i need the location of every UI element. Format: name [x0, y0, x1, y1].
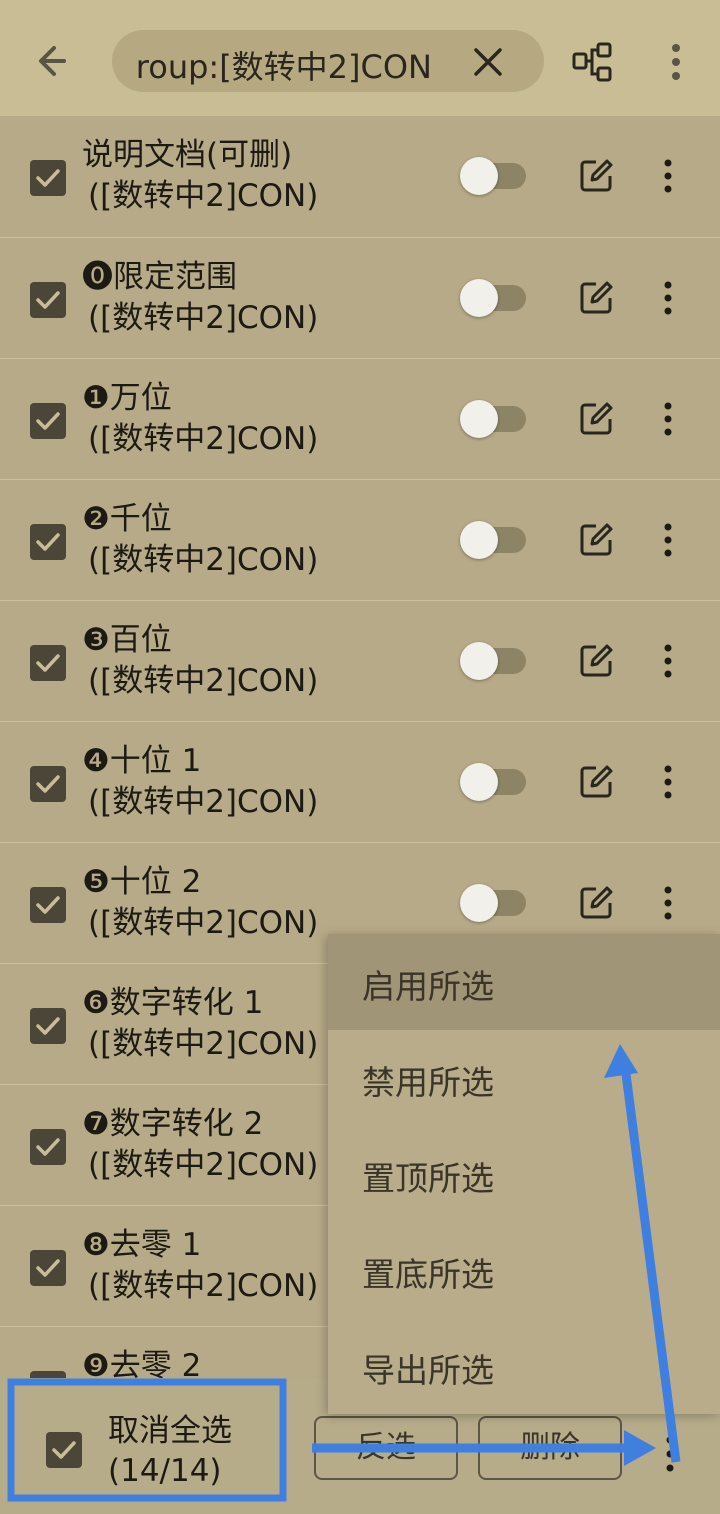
top-app-bar: roup:[数转中2]CON: [0, 0, 720, 116]
enable-switch[interactable]: [460, 157, 526, 195]
more-vert-icon[interactable]: [660, 1434, 680, 1474]
edit-icon[interactable]: [578, 158, 614, 194]
item-subtitle: ([数转中2]CON): [88, 300, 319, 336]
more-vert-icon[interactable]: [658, 764, 678, 800]
menu-item-enable-selected[interactable]: 启用所选: [328, 934, 720, 1030]
item-checkbox[interactable]: [30, 766, 66, 802]
menu-item-pin-top-selected[interactable]: 置顶所选: [328, 1126, 720, 1222]
item-checkbox[interactable]: [30, 645, 66, 681]
item-checkbox[interactable]: [30, 282, 66, 318]
enable-switch[interactable]: [460, 884, 526, 922]
delete-button[interactable]: 删除: [478, 1416, 622, 1480]
selection-count: (14/14): [108, 1453, 222, 1489]
item-title: 说明文档(可删): [82, 137, 293, 173]
more-vert-icon[interactable]: [658, 158, 678, 194]
more-vert-icon[interactable]: [658, 401, 678, 437]
item-checkbox[interactable]: [30, 403, 66, 439]
edit-icon[interactable]: [578, 885, 614, 921]
back-arrow-icon[interactable]: [28, 38, 84, 84]
item-checkbox[interactable]: [30, 887, 66, 923]
item-title: ❼数字转化 2: [82, 1106, 264, 1142]
item-title: ❻数字转化 1: [82, 985, 264, 1021]
list-item[interactable]: ⓿限定范围 ([数转中2]CON): [0, 237, 720, 358]
item-subtitle: ([数转中2]CON): [88, 784, 319, 820]
enable-switch[interactable]: [460, 521, 526, 559]
list-item[interactable]: ❹十位 1 ([数转中2]CON): [0, 721, 720, 842]
item-title: ⓿限定范围: [82, 259, 237, 295]
item-subtitle: ([数转中2]CON): [88, 1026, 319, 1062]
item-checkbox[interactable]: [30, 1371, 66, 1378]
item-checkbox[interactable]: [30, 160, 66, 196]
enable-switch[interactable]: [460, 763, 526, 801]
more-vert-icon[interactable]: [658, 643, 678, 679]
enable-switch[interactable]: [460, 279, 526, 317]
item-subtitle: ([数转中2]CON): [88, 663, 319, 699]
switch-knob: [460, 157, 498, 195]
switch-knob: [460, 400, 498, 438]
edit-icon[interactable]: [578, 522, 614, 558]
more-vert-icon[interactable]: [658, 280, 678, 316]
enable-switch[interactable]: [460, 642, 526, 680]
item-subtitle: ([数转中2]CON): [88, 178, 319, 214]
item-title: ❶万位: [82, 380, 172, 416]
edit-icon[interactable]: [578, 643, 614, 679]
item-title: ❽去零 1: [82, 1227, 202, 1263]
menu-item-disable-selected[interactable]: 禁用所选: [328, 1030, 720, 1126]
batch-actions-menu: 启用所选 禁用所选 置顶所选 置底所选 导出所选: [328, 934, 720, 1414]
edit-icon[interactable]: [578, 764, 614, 800]
item-subtitle: ([数转中2]CON): [88, 421, 319, 457]
item-title: ❾去零 2: [82, 1348, 202, 1378]
item-checkbox[interactable]: [30, 1250, 66, 1286]
item-subtitle: ([数转中2]CON): [88, 1147, 319, 1183]
item-subtitle: ([数转中2]CON): [88, 542, 319, 578]
list-item[interactable]: ❶万位 ([数转中2]CON): [0, 358, 720, 479]
more-vert-icon[interactable]: [658, 885, 678, 921]
list-item[interactable]: ❷千位 ([数转中2]CON): [0, 479, 720, 600]
item-subtitle: ([数转中2]CON): [88, 905, 319, 941]
more-vert-icon[interactable]: [666, 40, 686, 84]
switch-knob: [460, 763, 498, 801]
group-structure-icon[interactable]: [570, 40, 614, 84]
switch-knob: [460, 642, 498, 680]
clear-icon[interactable]: [470, 44, 506, 80]
menu-item-pin-bottom-selected[interactable]: 置底所选: [328, 1222, 720, 1318]
switch-knob: [460, 279, 498, 317]
switch-knob: [460, 521, 498, 559]
item-title: ❸百位: [82, 622, 172, 658]
search-query-text: roup:[数转中2]CON: [135, 48, 432, 86]
switch-knob: [460, 884, 498, 922]
edit-icon[interactable]: [578, 280, 614, 316]
select-all-checkbox[interactable]: [46, 1432, 82, 1468]
list-item[interactable]: 说明文档(可删) ([数转中2]CON): [0, 116, 720, 236]
item-checkbox[interactable]: [30, 524, 66, 560]
list-item[interactable]: ❸百位 ([数转中2]CON): [0, 600, 720, 721]
item-checkbox[interactable]: [30, 1008, 66, 1044]
more-vert-icon[interactable]: [658, 522, 678, 558]
invert-selection-button[interactable]: 反选: [314, 1416, 458, 1480]
menu-item-export-selected[interactable]: 导出所选: [328, 1318, 720, 1414]
item-subtitle: ([数转中2]CON): [88, 1268, 319, 1304]
item-title: ❹十位 1: [82, 743, 202, 779]
item-checkbox[interactable]: [30, 1129, 66, 1165]
edit-icon[interactable]: [578, 401, 614, 437]
deselect-all-label[interactable]: 取消全选: [108, 1412, 232, 1450]
enable-switch[interactable]: [460, 400, 526, 438]
item-title: ❷千位: [82, 501, 172, 537]
item-title: ❺十位 2: [82, 864, 202, 900]
